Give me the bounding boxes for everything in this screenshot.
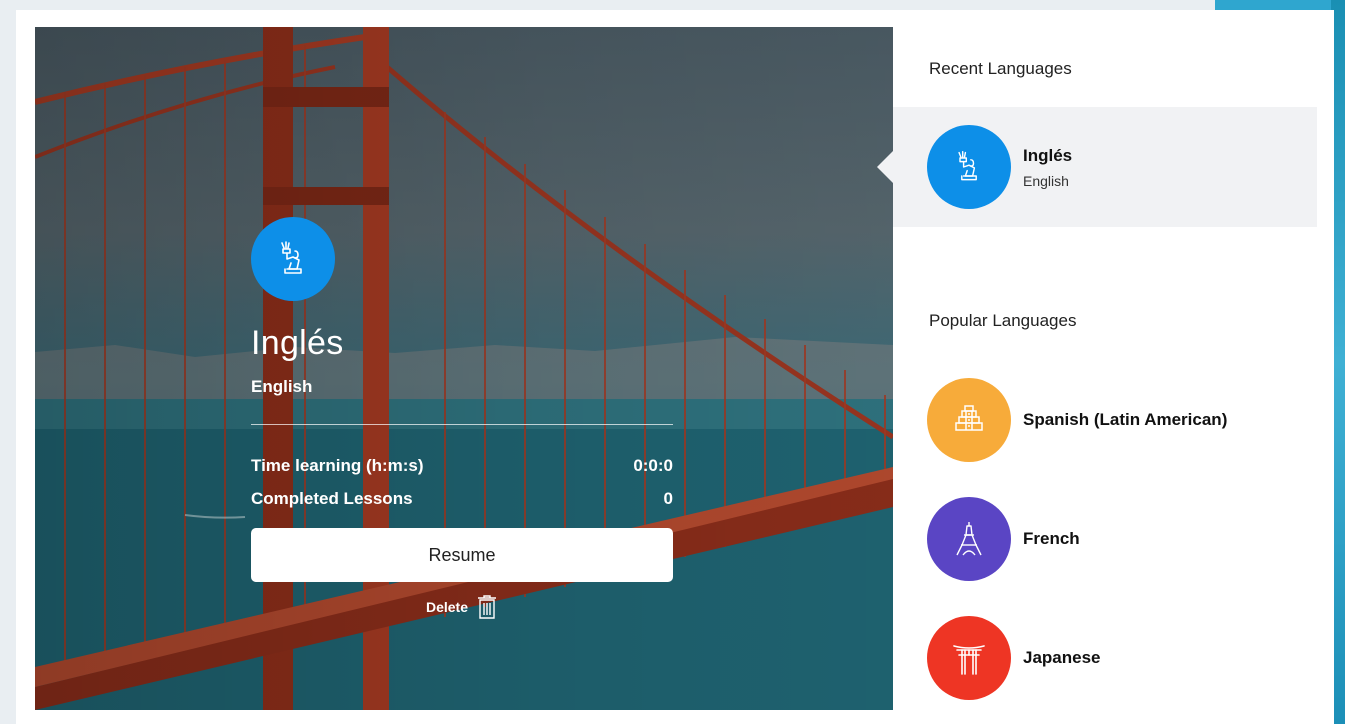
recent-language-sub: English [1023, 172, 1069, 189]
selection-pointer [877, 151, 893, 183]
delete-label: Delete [425, 599, 469, 615]
language-summary: Inglés English Time learning (h:m:s) 0:0… [251, 217, 673, 620]
popular-language-name: French [1023, 529, 1080, 548]
stat-label: Time learning (h:m:s) [251, 456, 424, 475]
divider [251, 424, 673, 425]
recent-language-name: Inglés [1023, 145, 1073, 165]
popular-languages-heading: Popular Languages [929, 311, 1077, 330]
hero-panel: Inglés English Time learning (h:m:s) 0:0… [35, 27, 893, 710]
background-strip-top [1215, 0, 1345, 10]
stat-label: Completed Lessons [251, 489, 413, 508]
resume-button[interactable]: Resume [251, 528, 673, 582]
hero-language-subtitle: English [251, 377, 313, 396]
popular-language-item-spanish[interactable]: Spanish (Latin American) [893, 378, 1317, 462]
stat-completed-lessons: Completed Lessons 0 [251, 488, 673, 510]
pyramid-icon [927, 378, 1011, 462]
recent-language-item[interactable]: Inglés English [877, 107, 1317, 227]
stat-time-learning: Time learning (h:m:s) 0:0:0 [251, 455, 673, 477]
delete-button[interactable]: Delete [251, 594, 673, 620]
torii-gate-icon [927, 616, 1011, 700]
hero-language-name: Inglés [251, 324, 344, 362]
popular-language-item-japanese[interactable]: Japanese [893, 616, 1317, 700]
trash-icon [478, 595, 497, 619]
stat-value: 0 [663, 489, 673, 508]
eiffel-tower-icon [927, 497, 1011, 581]
statue-of-liberty-icon [251, 217, 335, 301]
recent-languages-heading: Recent Languages [929, 59, 1072, 78]
statue-of-liberty-icon [927, 125, 1011, 209]
popular-language-item-french[interactable]: French [893, 497, 1317, 581]
language-list-panel: Recent Languages Inglés English Popular … [877, 27, 1317, 710]
popular-language-name: Japanese [1023, 648, 1101, 667]
stat-value: 0:0:0 [633, 456, 673, 475]
popular-language-name: Spanish (Latin American) [1023, 410, 1228, 429]
